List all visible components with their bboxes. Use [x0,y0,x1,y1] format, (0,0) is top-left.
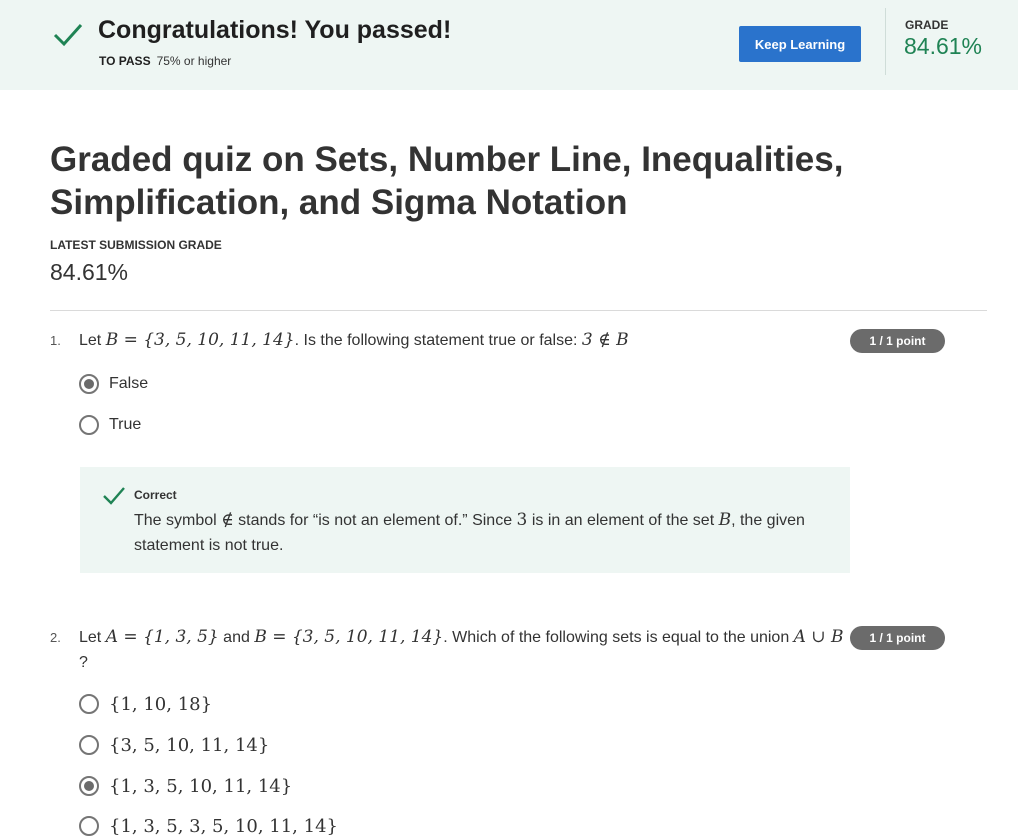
math-expression: ∉ [221,510,234,530]
radio-button[interactable] [79,374,99,394]
feedback-text: The symbol ∉ stands for “is not an eleme… [134,508,834,558]
answer-option[interactable]: True [79,413,141,437]
question-number: 2. [50,630,61,645]
radio-button[interactable] [79,816,99,836]
radio-button[interactable] [79,415,99,435]
check-icon [103,487,125,505]
answer-option[interactable]: {1, 3, 5, 10, 11, 14} [79,774,292,798]
to-pass-label: TO PASS [99,54,151,68]
question-text-part: . Which of the following sets is equal t… [443,629,794,646]
feedback-text-part: is in an element of the set [527,512,719,529]
pass-title: Congratulations! You passed! [98,16,452,44]
keep-learning-button[interactable]: Keep Learning [739,26,861,62]
radio-dot [84,781,94,791]
question-text-part: Let [79,629,106,646]
feedback-text-part: stands for “is not an element of.” Since [233,512,517,529]
radio-button[interactable] [79,735,99,755]
answer-option[interactable]: {1, 3, 5, 3, 5, 10, 11, 14} [79,814,338,837]
grade-label: GRADE [905,18,949,32]
question-text-part: . Is the following statement true or fal… [294,332,582,349]
answer-option-label: False [109,375,149,392]
question-text-part: and [218,629,255,646]
answer-option-label: {1, 10, 18} [109,693,213,715]
feedback-text-part: The symbol [134,512,222,529]
answer-option-label: {1, 3, 5, 3, 5, 10, 11, 14} [109,815,338,837]
to-pass-info: TO PASS 75% or higher [99,54,231,68]
pass-banner: Congratulations! You passed! TO PASS 75% … [0,0,1018,90]
check-icon [53,23,83,47]
answer-option-label: {1, 3, 5, 10, 11, 14} [109,775,293,797]
question-text: Let B = {3, 5, 10, 11, 14}. Is the follo… [79,328,839,353]
latest-submission-label: LATEST SUBMISSION GRADE [50,238,222,252]
math-expression: A = {1, 3, 5} [105,627,219,647]
math-expression: 3 ∉ B [581,330,629,350]
answer-option[interactable]: False [79,372,148,396]
math-expression: B = {3, 5, 10, 11, 14} [105,330,295,350]
question-text-part: ? [79,654,88,671]
divider [50,310,987,311]
question-number: 1. [50,333,61,348]
quiz-title: Graded quiz on Sets, Number Line, Inequa… [50,140,844,222]
points-badge: 1 / 1 point [850,329,945,353]
answer-option[interactable]: {3, 5, 10, 11, 14} [79,733,269,757]
answer-option[interactable]: {1, 10, 18} [79,692,212,716]
radio-button[interactable] [79,694,99,714]
points-badge: 1 / 1 point [850,626,945,650]
radio-dot [84,379,94,389]
math-expression: A ∪ B [793,627,844,647]
math-expression: B [718,510,732,530]
grade-value: 84.61% [904,33,983,59]
divider [885,8,886,75]
question-text-part: Let [79,332,106,349]
math-expression: B = {3, 5, 10, 11, 14} [254,627,444,647]
radio-button[interactable] [79,776,99,796]
feedback-box: Correct The symbol ∉ stands for “is not … [80,467,850,573]
feedback-heading: Correct [134,488,177,502]
answer-option-label: True [109,416,142,433]
to-pass-value: 75% or higher [156,54,232,68]
math-expression: 3 [516,510,528,530]
question-text: Let A = {1, 3, 5} and B = {3, 5, 10, 11,… [79,625,851,675]
latest-submission-grade: 84.61% [50,259,129,285]
answer-option-label: {3, 5, 10, 11, 14} [109,734,270,756]
